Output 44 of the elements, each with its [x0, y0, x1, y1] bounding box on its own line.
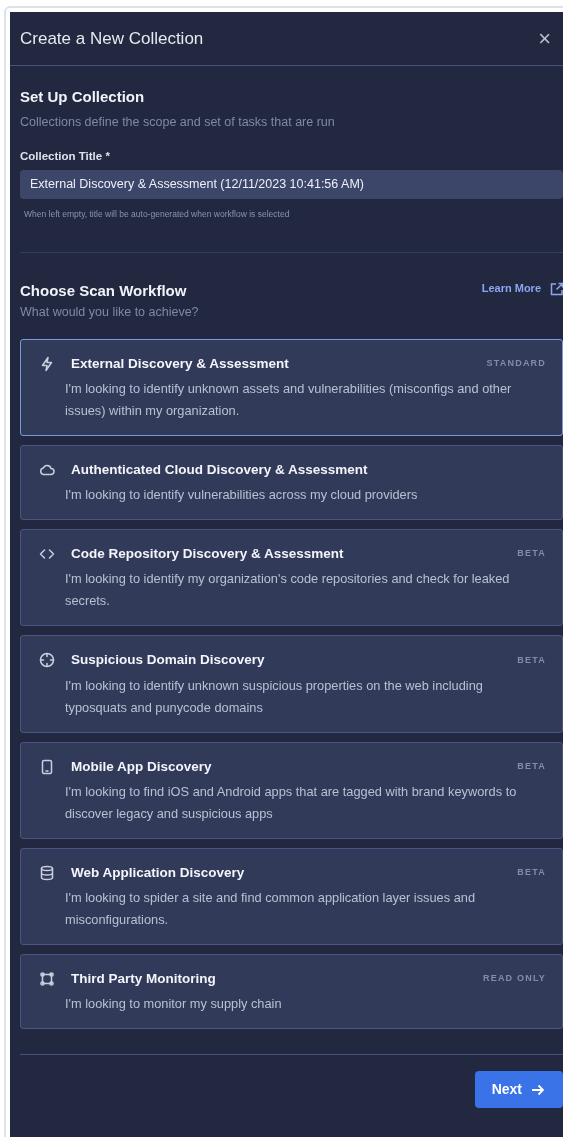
option-description: I'm looking to identify unknown suspicious properties on the web including typosquats and punycode domains [64, 676, 484, 717]
option-description: I'm looking to monitor my supply chain [64, 995, 283, 1014]
option-tag: BETA [517, 547, 546, 561]
option-description: I'm looking to identify my organization's code repositories and check for leaked secrets. [64, 570, 511, 611]
workflow-option-card[interactable]: Authenticated Cloud Discovery & Assessment I'm looking to identify vulnerabilities across my cloud providers [20, 444, 563, 520]
workflow-option-card[interactable]: External Discovery & Assessment STANDARD I'm looking to identify unknown assets and vulnerabilities (misconfigs and other issues) within my organization. [20, 338, 563, 436]
workflow-option-card[interactable]: Suspicious Domain Discovery BETA I'm looking to identify unknown suspicious properties on the web including typosquats and punycode domains [20, 635, 563, 733]
crosshair-icon [39, 652, 55, 669]
option-description: I'm looking to identify vulnerabilities across my cloud providers [64, 486, 419, 504]
title-input-field[interactable]: External Discovery & Assessment (12/11/2023 10:41:56 AM) [20, 169, 563, 199]
square-nodes-icon [39, 971, 55, 988]
section-heading: Set Up Collection [20, 87, 146, 107]
option-tag: STANDARD [486, 356, 546, 371]
external-link-icon [549, 280, 563, 297]
mobile-phone-icon [39, 758, 55, 775]
option-title: Code Repository Discovery & Assessment [71, 545, 345, 563]
close-button[interactable]: × [536, 27, 553, 50]
dialog-title: Create a New Collection [20, 27, 204, 50]
option-title: Third Party Monitoring [71, 970, 217, 988]
learn-more-link[interactable]: Learn More [481, 280, 541, 297]
option-description: I'm looking to find iOS and Android apps that are tagged with brand keywords to discover legacy and suspicious apps [64, 782, 518, 823]
option-tag: BETA [517, 866, 546, 880]
workflow-option-card[interactable]: Web Application Discovery BETA I'm looking to spider a site and find common application layer issues and misconfigurations. [20, 847, 563, 945]
workflow-option-card[interactable]: Mobile App Discovery BETA I'm looking to find iOS and Android apps that are tagged with brand keywords to discover legacy and suspicious apps [20, 741, 563, 839]
workflow-option-card[interactable]: Third Party Monitoring READ ONLY I'm looking to monitor my supply chain [20, 954, 563, 1030]
field-hint: When left empty, title will be auto-generated when workflow is selected [23, 207, 291, 221]
field-label: Collection Title * [20, 149, 111, 165]
option-tag: BETA [517, 653, 546, 668]
option-title: Mobile App Discovery [71, 757, 213, 776]
section-subtitle: Collections define the scope and set of tasks that are run [20, 113, 336, 131]
section-subtitle: What would you like to achieve? [20, 303, 200, 321]
next-button[interactable]: Next [474, 1071, 563, 1109]
option-description: I'm looking to spider a site and find common application layer issues and misconfigurations. [64, 889, 477, 929]
option-title: Web Application Discovery [71, 863, 246, 882]
workflow-option-card[interactable]: Code Repository Discovery & Assessment BETA I'm looking to identify my organization's code repositories and check for leaked secrets. [20, 529, 563, 627]
lightning-icon [39, 355, 55, 372]
option-title: Authenticated Cloud Discovery & Assessment [71, 460, 369, 479]
option-description: I'm looking to identify unknown assets and vulnerabilities (misconfigs and other issues) within my organization. [64, 379, 513, 420]
option-title: Suspicious Domain Discovery [71, 651, 266, 670]
option-tag: READ ONLY [483, 972, 546, 986]
database-icon [39, 864, 55, 881]
option-title: External Discovery & Assessment [71, 354, 290, 373]
option-tag: BETA [517, 759, 546, 774]
section-heading: Choose Scan Workflow [20, 281, 187, 302]
